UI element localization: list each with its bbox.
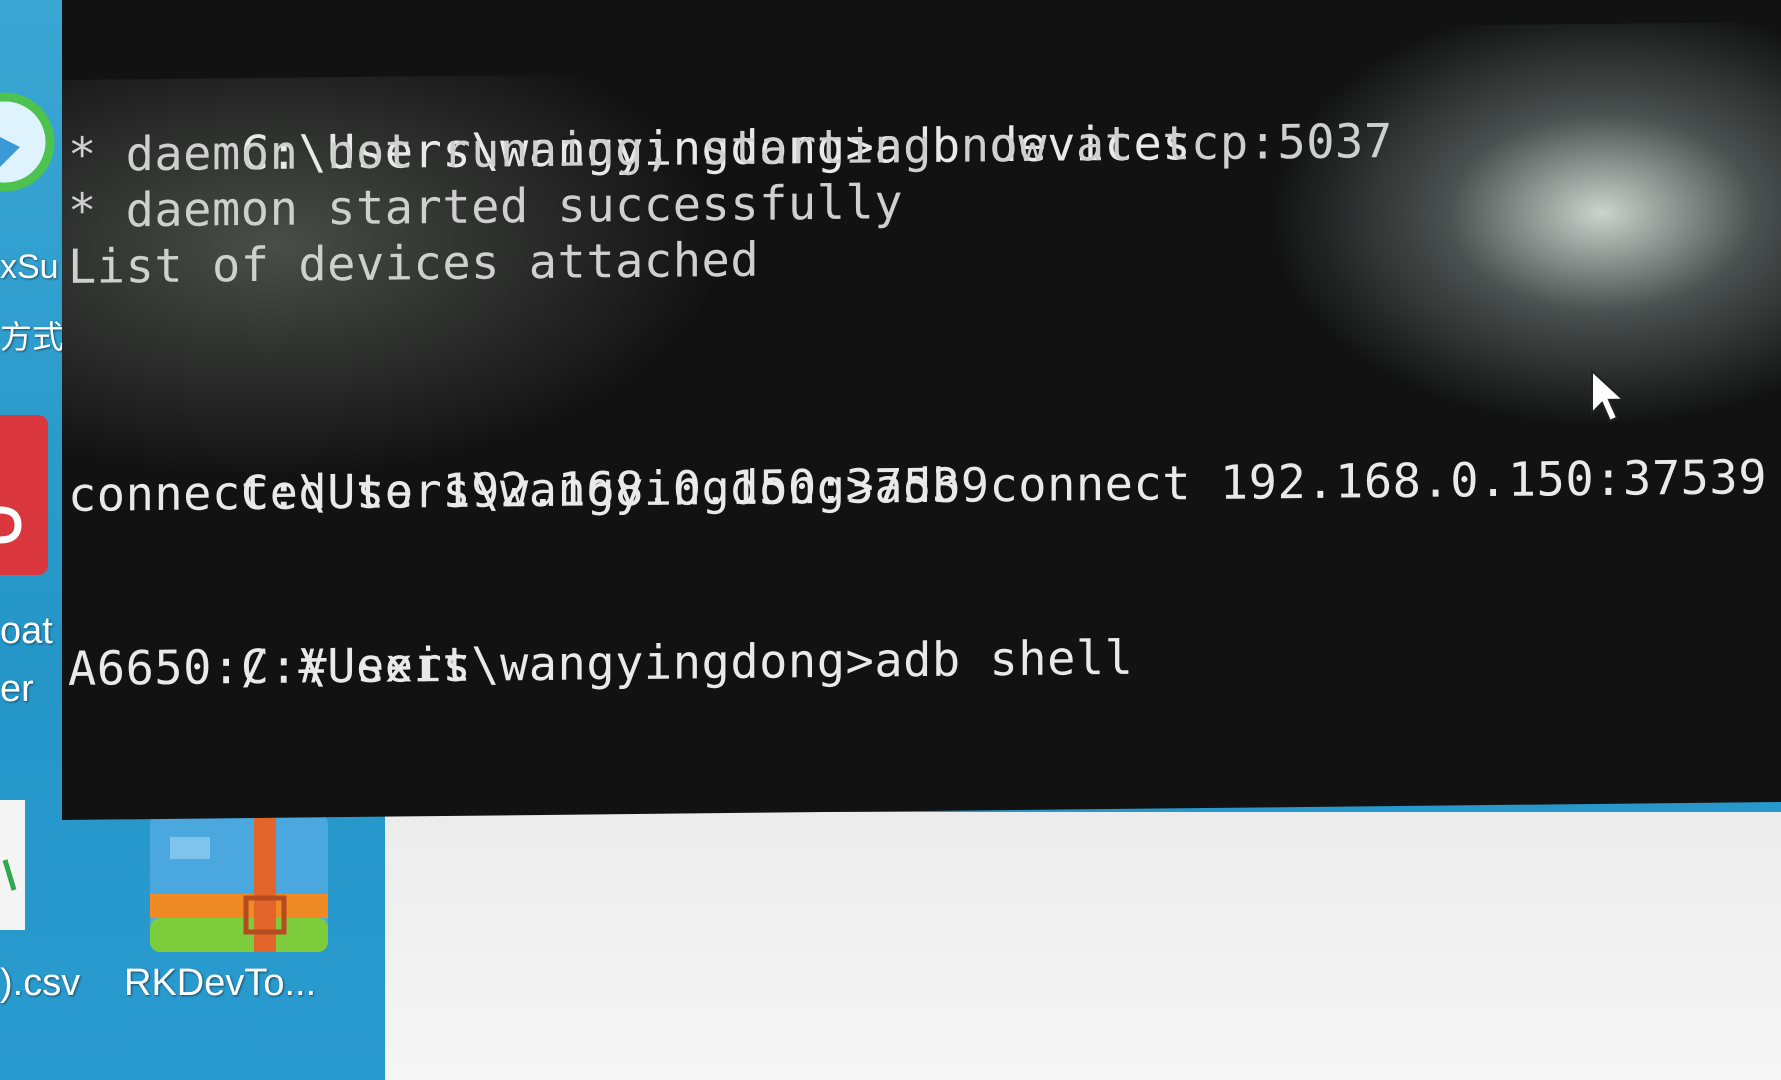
app-icon-green-circle[interactable] <box>0 62 55 222</box>
icon-label-partial-2: 方式 <box>0 319 65 355</box>
prompt-line-2: C:\Users\wangyingdong>adb connect 192.16… <box>68 394 1767 521</box>
circle-icon <box>0 92 55 192</box>
csv-file-icon[interactable] <box>0 800 30 935</box>
rkdevtool-icon[interactable] <box>150 812 328 952</box>
screen-glare-right <box>1242 21 1781 448</box>
output-line: List of devices attached <box>68 232 760 295</box>
app-icon-red[interactable] <box>0 415 50 575</box>
prompt-line-4[interactable]: C:\Users\wangyingdong> <box>68 749 875 820</box>
icon-label-partial-1: xSu <box>0 248 59 286</box>
icon-label-rkdevtool[interactable]: RKDevTo... <box>124 962 316 1005</box>
icon-label-partial-3: oat <box>0 610 53 652</box>
red-app-icon <box>0 415 48 575</box>
icon-label-csv[interactable]: ).csv <box>0 962 80 1005</box>
output-line: * daemon started successfully <box>68 175 904 239</box>
document-icon <box>0 800 25 930</box>
prompt-command: adb connect 192.168.0.150:37539 <box>874 450 1768 515</box>
archive-icon <box>150 812 328 952</box>
background-window[interactable] <box>385 812 1781 1080</box>
mouse-cursor-icon <box>1591 368 1626 423</box>
icon-label-partial-4: er <box>0 668 34 710</box>
prompt-command: adb shell <box>874 630 1134 689</box>
output-line: A6650:/ # exit <box>68 637 472 697</box>
prompt-line-3: C:\Users\wangyingdong>adb shell <box>68 575 1134 695</box>
command-prompt-window[interactable]: C:\Users\wangyingdong>adb devices * daem… <box>62 0 1781 820</box>
output-line: connected to 192.168.0.150:37539 <box>68 458 990 523</box>
